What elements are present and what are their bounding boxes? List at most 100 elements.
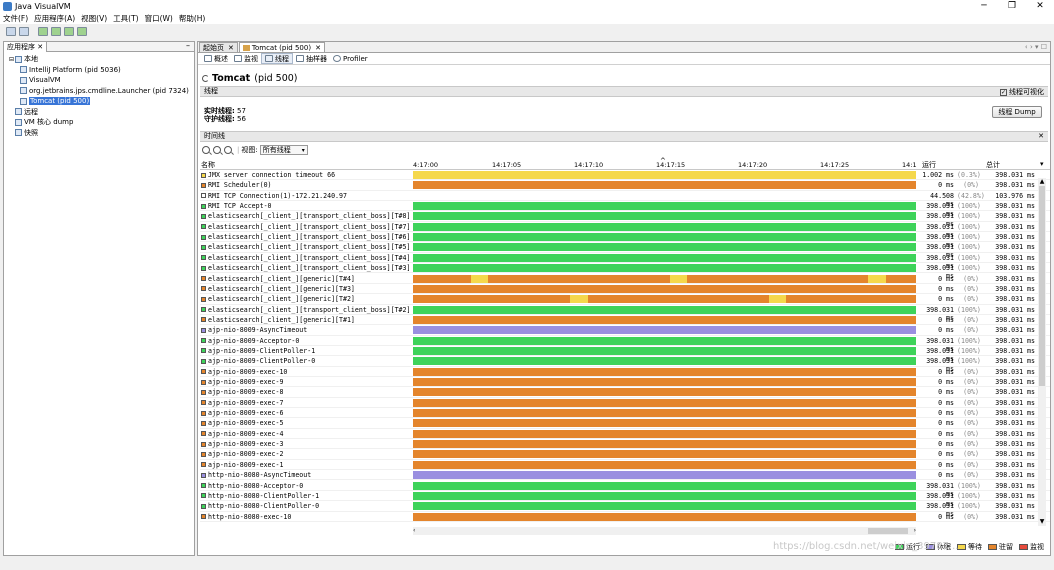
- table-row[interactable]: http-nio-8080-ClientPoller-1 398.031 ms (1…: [200, 491, 1050, 508]
- scroll-thumb[interactable]: [1039, 186, 1045, 386]
- table-row[interactable]: ajp-nio-8009-exec-3 0 ms (0%) 398.031 ms: [200, 439, 1050, 450]
- table-row[interactable]: elasticsearch[_client_][generic][T#4] 0 m…: [200, 274, 1050, 284]
- tree-item[interactable]: Tomcat (pid 500): [4, 96, 194, 107]
- table-row[interactable]: RMI TCP Accept-0 398.031 ms (100%) 398.031 …: [200, 201, 1050, 218]
- table-row[interactable]: http-nio-8080-AsyncTimeout 0 ms (0%) 398.03…: [200, 470, 1050, 481]
- scroll-thumb[interactable]: [868, 528, 908, 534]
- horizontal-scrollbar[interactable]: ‹ ›: [413, 527, 916, 535]
- subtab-threads[interactable]: 线程: [261, 53, 293, 64]
- vertical-scrollbar[interactable]: ▲ ▼: [1038, 178, 1046, 526]
- close-tab-icon[interactable]: ✕: [315, 43, 321, 53]
- menu-file[interactable]: 文件(F): [3, 13, 28, 24]
- tree-item[interactable]: VM 核心 dump: [4, 117, 194, 128]
- add-core-dump-icon[interactable]: [64, 26, 74, 36]
- tab-navigation-icons[interactable]: ‹ › ▾ ☐: [1025, 43, 1047, 51]
- table-row[interactable]: ajp-nio-8009-AsyncTimeout 0 ms (0%) 398.031…: [200, 325, 1050, 336]
- subtab-profiler[interactable]: Profiler: [330, 53, 371, 64]
- menu-application[interactable]: 应用程序(A): [34, 13, 75, 24]
- table-row[interactable]: ajp-nio-8009-exec-8 0 ms (0%) 398.031 ms: [200, 387, 1050, 398]
- tree-item[interactable]: IntelliJ Platform (pid 5036): [4, 65, 194, 76]
- table-row[interactable]: ajp-nio-8009-exec-9 0 ms (0%) 398.031 ms: [200, 377, 1050, 388]
- table-row[interactable]: elasticsearch[_client_][transport_client…: [200, 242, 1050, 259]
- tree-item[interactable]: 远程: [4, 107, 194, 118]
- subtab-sampler[interactable]: 抽样器: [293, 53, 330, 64]
- zoom-fit-icon[interactable]: [224, 146, 232, 154]
- menu-view[interactable]: 视图(V): [81, 13, 107, 24]
- visualize-threads-checkbox[interactable]: ✓ 线程可视化: [1000, 87, 1044, 97]
- zoom-out-icon[interactable]: [213, 146, 221, 154]
- open-snapshot-icon[interactable]: [6, 26, 16, 36]
- save-icon[interactable]: [19, 26, 29, 36]
- table-row[interactable]: elasticsearch[_client_][transport_client…: [200, 232, 1050, 249]
- scroll-up-icon[interactable]: ▲: [1038, 178, 1046, 186]
- thread-timeline-bar: [413, 295, 916, 304]
- thread-total-time: 398.031 ms: [995, 212, 1035, 221]
- legend-swatch: [1019, 544, 1028, 550]
- close-section-icon[interactable]: ✕: [1038, 132, 1044, 141]
- thread-name: http-nio-8080-AsyncTimeout: [201, 471, 409, 479]
- minimize-icon[interactable]: ─: [970, 0, 998, 13]
- table-row[interactable]: ajp-nio-8009-exec-4 0 ms (0%) 398.031 ms: [200, 429, 1050, 440]
- add-snapshot-icon[interactable]: [77, 26, 87, 36]
- table-row[interactable]: ajp-nio-8009-ClientPoller-1 398.031 ms (10…: [200, 346, 1050, 363]
- table-row[interactable]: http-nio-8080-ClientPoller-0 398.031 ms (1…: [200, 501, 1050, 518]
- table-row[interactable]: elasticsearch[_client_][transport_client…: [200, 222, 1050, 239]
- table-row[interactable]: ajp-nio-8009-exec-5 0 ms (0%) 398.031 ms: [200, 418, 1050, 429]
- table-row[interactable]: RMI TCP Connection(1)-172.21.240.97 44.50…: [200, 191, 1050, 208]
- zoom-in-icon[interactable]: [202, 146, 210, 154]
- maximize-icon[interactable]: ❐: [998, 0, 1026, 13]
- thread-run-percent: (0%): [963, 388, 979, 397]
- table-row[interactable]: elasticsearch[_client_][generic][T#2] 0 m…: [200, 294, 1050, 305]
- checkbox-checked-icon[interactable]: ✓: [1000, 88, 1007, 96]
- menu-window[interactable]: 窗口(W): [145, 13, 173, 24]
- table-row[interactable]: http-nio-8080-exec-10 0 ms (0%) 398.031 ms: [200, 512, 1050, 522]
- table-row[interactable]: ajp-nio-8009-exec-10 0 ms (0%) 398.031 ms: [200, 367, 1050, 377]
- thread-run-percent: (0%): [963, 274, 979, 283]
- table-row[interactable]: elasticsearch[_client_][transport_client…: [200, 211, 1050, 228]
- table-row[interactable]: elasticsearch[_client_][generic][T#3] 0 m…: [200, 284, 1050, 295]
- table-row[interactable]: ajp-nio-8009-exec-7 0 ms (0%) 398.031 ms: [200, 398, 1050, 409]
- add-jmx-connection-icon[interactable]: [38, 26, 48, 36]
- table-row[interactable]: JMX server connection timeout 66 1.002 ms…: [200, 170, 1050, 181]
- tab-tomcat[interactable]: Tomcat (pid 500) ✕: [238, 42, 325, 53]
- table-row[interactable]: http-nio-8080-Acceptor-0 398.031 ms (100%)…: [200, 481, 1050, 498]
- scroll-down-icon[interactable]: ▼: [1038, 518, 1046, 526]
- add-remote-host-icon[interactable]: [51, 26, 61, 36]
- minimize-panel-icon[interactable]: –: [186, 42, 190, 50]
- table-row[interactable]: ajp-nio-8009-exec-6 0 ms (0%) 398.031 ms: [200, 408, 1050, 419]
- tree-item[interactable]: ⊟ 本地: [4, 54, 194, 65]
- close-tab-icon[interactable]: ✕: [228, 43, 234, 53]
- column-menu-icon[interactable]: ▾: [1040, 160, 1044, 168]
- tab-start-page[interactable]: 起始页 ✕: [199, 42, 238, 52]
- table-row[interactable]: ajp-nio-8009-exec-1 0 ms (0%) 398.031 ms: [200, 460, 1050, 471]
- table-row[interactable]: ajp-nio-8009-ClientPoller-0 398.031 ms (10…: [200, 356, 1050, 373]
- tree-toggle-icon[interactable]: ⊟: [8, 56, 15, 63]
- close-icon[interactable]: ✕: [1026, 0, 1054, 13]
- thread-dump-button[interactable]: 线程 Dump: [992, 106, 1042, 118]
- tree-item[interactable]: 快照: [4, 128, 194, 139]
- table-row[interactable]: elasticsearch[_client_][generic][T#1] 0 m…: [200, 315, 1050, 326]
- thread-run-time: 0 ms: [938, 419, 954, 428]
- scroll-right-icon[interactable]: ›: [914, 527, 916, 534]
- view-select[interactable]: 所有线程: [259, 145, 308, 155]
- subtab-monitor[interactable]: 监视: [231, 53, 261, 64]
- column-run-header[interactable]: 运行: [922, 160, 936, 170]
- table-row[interactable]: elasticsearch[_client_][transport_client…: [200, 253, 1050, 270]
- column-total-header[interactable]: 总计: [986, 160, 1000, 170]
- table-row[interactable]: ajp-nio-8009-exec-2 0 ms (0%) 398.031 ms: [200, 449, 1050, 460]
- scroll-left-icon[interactable]: ‹: [413, 527, 415, 534]
- applications-panel: 应用程序 ✕ – ⊟ 本地 IntelliJ Platform (pid 5036)…: [3, 41, 195, 556]
- thread-run-percent: (0%): [963, 419, 979, 428]
- menu-help[interactable]: 帮助(H): [179, 13, 206, 24]
- thread-run-percent: (0.3%): [957, 171, 981, 179]
- table-row[interactable]: ajp-nio-8009-Acceptor-0 398.031 ms (100%) 3…: [200, 336, 1050, 353]
- column-name-header[interactable]: 名称: [201, 160, 215, 170]
- table-row[interactable]: RMI Scheduler(0) 0 ms (0%) 398.031 ms: [200, 180, 1050, 191]
- table-row[interactable]: elasticsearch[_client_][transport_client…: [200, 263, 1050, 280]
- tree-item[interactable]: VisualVM: [4, 75, 194, 86]
- tree-item[interactable]: org.jetbrains.jps.cmdline.Launcher (pid …: [4, 86, 194, 97]
- table-row[interactable]: elasticsearch[_client_][transport_client…: [200, 305, 1050, 322]
- menu-tools[interactable]: 工具(T): [113, 13, 138, 24]
- subtab-overview[interactable]: 概述: [201, 53, 231, 64]
- applications-tab[interactable]: 应用程序 ✕: [4, 41, 48, 52]
